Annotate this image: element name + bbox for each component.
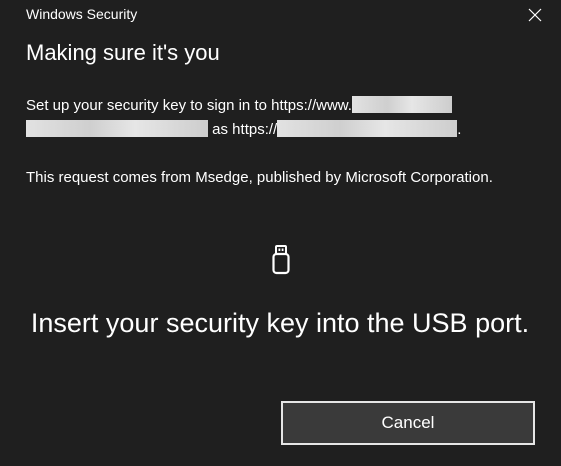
insert-key-instruction: Insert your security key into the USB po… — [30, 308, 530, 338]
window-title: Windows Security — [26, 6, 138, 22]
setup-text-line-1: Set up your security key to sign in to h… — [26, 94, 452, 118]
setup-text-suffix: . — [457, 121, 462, 138]
close-button[interactable] — [519, 2, 551, 28]
cancel-button[interactable]: Cancel — [281, 401, 535, 445]
dialog-heading: Making sure it's you — [26, 40, 220, 65]
close-icon — [528, 8, 542, 22]
windows-security-dialog: Windows Security Making sure it's you Se… — [0, 0, 561, 466]
title-bar: Windows Security — [0, 0, 561, 30]
request-origin-text: This request comes from Msedge, publishe… — [26, 169, 493, 186]
cancel-button-label: Cancel — [381, 413, 435, 432]
redacted-url-part-1 — [351, 96, 452, 114]
redacted-url-part-3 — [277, 120, 458, 138]
setup-text-line-2: as https://. — [26, 118, 461, 142]
setup-text-prefix: Set up your security key to sign in to h… — [26, 97, 352, 114]
setup-text-as: as https:// — [212, 121, 278, 138]
usb-key-icon — [272, 245, 290, 275]
redacted-url-part-2 — [26, 120, 208, 138]
